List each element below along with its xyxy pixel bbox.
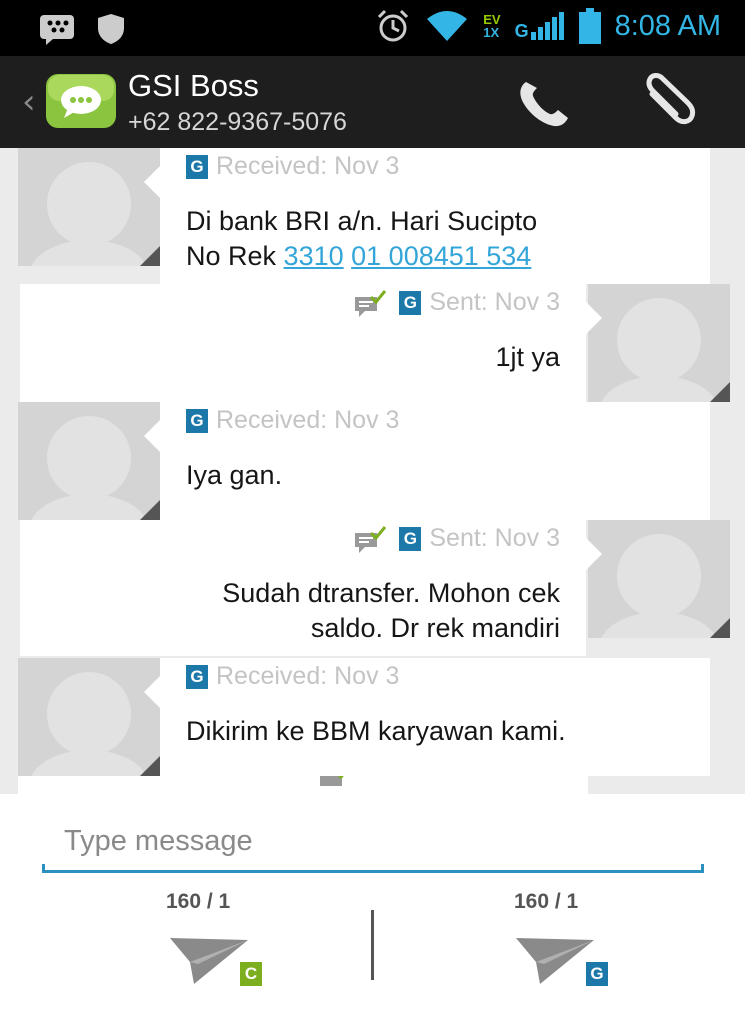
avatar-corner — [140, 246, 160, 266]
wifi-icon — [427, 11, 468, 41]
message-timestamp: Received: Nov 3 — [216, 152, 400, 180]
message-received[interactable]: G Received: Nov 3 Iya gan. — [18, 402, 730, 520]
person-icon — [601, 298, 717, 402]
message-timestamp: Received: Nov 3 — [216, 406, 400, 434]
network-type-indicator: EV 1X — [483, 13, 500, 39]
contact-avatar[interactable] — [18, 148, 160, 266]
message-bubble[interactable]: G Sent: Nov 3 1jt ya — [20, 284, 602, 402]
person-icon — [31, 672, 147, 776]
input-underline — [42, 864, 704, 873]
message-received[interactable]: G Received: Nov 3 Dikirim ke BBM karyawan… — [18, 658, 730, 776]
channel-badge: G — [399, 291, 422, 316]
message-meta: G Sent: Nov 3 — [20, 520, 560, 556]
person-icon — [601, 534, 717, 638]
message-line: Sudah dtransfer. Mohon cek — [222, 578, 560, 608]
delivered-check-icon — [355, 290, 387, 318]
person-icon — [31, 162, 147, 266]
chevron-left-icon[interactable]: ‹ — [22, 82, 36, 122]
contact-phone: +62 822-9367-5076 — [128, 108, 347, 136]
message-bubble[interactable]: G Received: Nov 3 Dikirim ke BBM karyawan… — [144, 658, 710, 776]
avatar-corner — [710, 618, 730, 638]
messaging-app: EV 1X G 8:08 AM ‹ GSI Boss +62 822-9367-… — [0, 0, 745, 1024]
message-sent-partial[interactable] — [18, 776, 588, 794]
battery-icon — [578, 8, 601, 44]
status-right: EV 1X G 8:08 AM — [375, 8, 721, 44]
message-meta: G Received: Nov 3 — [186, 148, 710, 184]
own-avatar[interactable] — [588, 284, 730, 402]
char-counter-right: 160 / 1 — [514, 890, 579, 913]
channel-badge: G — [399, 527, 422, 552]
account-number-link[interactable]: 3310 — [284, 241, 344, 271]
message-received[interactable]: G Received: Nov 3 Di bank BRI a/n. Hari S… — [18, 148, 730, 284]
own-avatar[interactable] — [588, 520, 730, 638]
message-line: No Rek 3310 01 008451 534 — [186, 239, 680, 274]
char-counter-left: 160 / 1 — [166, 890, 231, 913]
message-meta: G Received: Nov 3 — [186, 658, 710, 694]
channel-badge: G — [186, 155, 208, 180]
shield-icon — [98, 14, 124, 44]
clock: 8:08 AM — [614, 9, 721, 42]
compose-area: 160 / 1 160 / 1 C G — [0, 794, 745, 1024]
message-line: Di bank BRI a/n. Hari Sucipto — [186, 206, 538, 236]
message-text: 1jt ya — [495, 342, 560, 372]
message-timestamp: Sent: Nov 3 — [429, 524, 560, 552]
avatar-corner — [140, 756, 160, 776]
message-timestamp: Received: Nov 3 — [216, 662, 400, 690]
channel-badge-c: C — [240, 962, 262, 986]
signal-label: G — [514, 21, 529, 41]
alarm-icon — [378, 9, 409, 42]
channel-badge-g: G — [586, 962, 608, 986]
contact-avatar[interactable] — [18, 402, 160, 520]
contact-name: GSI Boss — [128, 68, 259, 103]
message-line-prefix: No Rek — [186, 241, 284, 271]
avatar-corner — [140, 500, 160, 520]
network-bottom-label: 1X — [483, 25, 500, 40]
message-bubble[interactable]: G Received: Nov 3 Di bank BRI a/n. Hari S… — [144, 148, 710, 284]
contact-avatar[interactable] — [18, 658, 160, 776]
message-text: Sudah dtransfer. Mohon cek saldo. Dr rek… — [20, 576, 560, 646]
conversation-header: ‹ GSI Boss +62 822-9367-5076 — [0, 56, 745, 148]
paperclip-icon[interactable] — [636, 72, 700, 134]
message-thread[interactable]: G Received: Nov 3 Di bank BRI a/n. Hari S… — [0, 148, 745, 794]
channel-badge: G — [186, 409, 208, 434]
avatar-corner — [710, 382, 730, 402]
signal-icon — [530, 12, 564, 40]
send-divider — [371, 910, 374, 980]
status-left — [38, 12, 126, 46]
person-icon — [31, 416, 147, 520]
message-line: saldo. Dr rek mandiri — [310, 613, 560, 643]
message-input[interactable] — [42, 814, 704, 868]
chat-bubble-icon[interactable] — [44, 72, 118, 130]
message-sent[interactable]: G Sent: Nov 3 1jt ya — [18, 284, 730, 402]
message-timestamp: Sent: Nov 3 — [429, 288, 560, 316]
delivered-check-icon — [320, 776, 344, 786]
message-text: Dikirim ke BBM karyawan kami. — [186, 716, 566, 746]
message-text: Di bank BRI a/n. Hari Sucipto No Rek 331… — [186, 204, 710, 274]
account-number-link[interactable]: 01 008451 534 — [351, 241, 531, 271]
message-text: Iya gan. — [186, 460, 283, 490]
message-bubble[interactable]: G Sent: Nov 3 Sudah dtransfer. Mohon cek … — [20, 520, 602, 656]
send-gmessage-button[interactable]: G — [514, 926, 614, 996]
message-bubble[interactable]: G Received: Nov 3 Iya gan. — [144, 402, 710, 520]
message-meta: G Received: Nov 3 — [186, 402, 710, 438]
signal-indicator: G — [515, 12, 565, 40]
send-sms-button[interactable]: C — [168, 926, 268, 996]
channel-badge: G — [186, 665, 208, 690]
blackberry-icon — [40, 15, 74, 45]
phone-icon[interactable] — [512, 76, 574, 132]
status-bar: EV 1X G 8:08 AM — [0, 0, 745, 56]
message-meta: G Sent: Nov 3 — [20, 284, 560, 320]
delivered-check-icon — [355, 526, 387, 554]
message-sent[interactable]: G Sent: Nov 3 Sudah dtransfer. Mohon cek … — [18, 520, 730, 656]
